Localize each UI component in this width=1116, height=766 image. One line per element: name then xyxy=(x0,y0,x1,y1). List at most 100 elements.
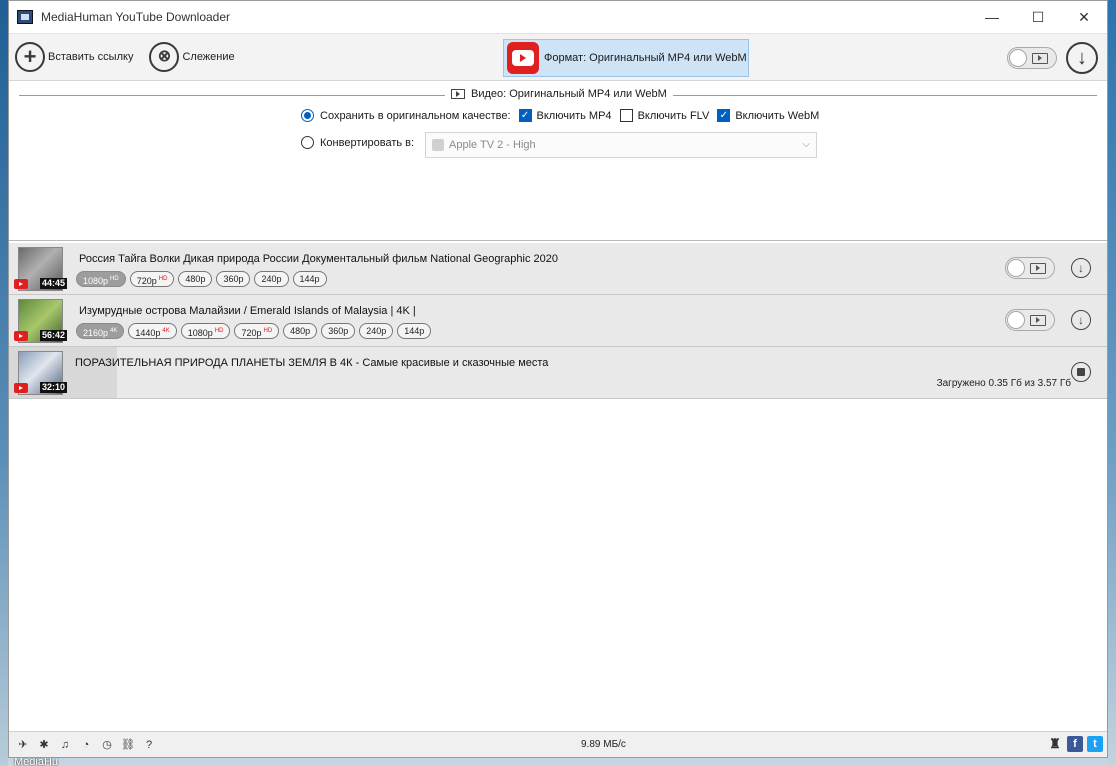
youtube-small-icon xyxy=(14,331,28,341)
music-icon[interactable]: ♫ xyxy=(55,739,75,751)
resolution-label: 360p xyxy=(223,274,244,284)
minimize-button[interactable]: — xyxy=(969,1,1015,33)
speed-limit-icon[interactable]: ◔ xyxy=(76,739,96,751)
resolution-label: 1080p xyxy=(83,276,109,286)
resolution-label: 144p xyxy=(299,274,320,284)
stop-button[interactable] xyxy=(1071,362,1091,382)
close-button[interactable]: ✕ xyxy=(1061,1,1107,33)
format-button[interactable]: Формат: Оригинальный MP4 или WebM xyxy=(503,39,749,77)
keep-original-label: Сохранить в оригинальном качестве: xyxy=(320,109,511,122)
chevron-down-icon: ⌵ xyxy=(802,139,810,150)
resolution-label: 1080p xyxy=(187,328,213,338)
quality-tag: HD xyxy=(214,328,224,334)
download-all-button[interactable]: ↓ xyxy=(1066,42,1098,74)
toggle-knob xyxy=(1007,259,1025,277)
resolution-option[interactable]: 144p xyxy=(292,271,327,287)
resolution-label: 360p xyxy=(328,326,349,336)
help-icon[interactable]: ? xyxy=(139,739,159,751)
resolution-option[interactable]: 480p xyxy=(283,323,318,339)
resolution-label: 720p xyxy=(136,276,157,286)
duration-badge: 32:10 xyxy=(40,382,68,393)
section-title-text: Видео: Оригинальный MP4 или WebM xyxy=(471,88,667,100)
resolution-option[interactable]: 360p xyxy=(321,323,356,339)
resolution-label: 144p xyxy=(404,326,425,336)
download-speed: 9.89 МБ/с xyxy=(581,739,626,750)
list-item[interactable]: 56:42 Изумрудные острова Малайзии / Emer… xyxy=(9,295,1107,347)
include-flv-label: Включить FLV xyxy=(637,109,710,122)
device-icon xyxy=(432,139,444,151)
resolution-label: 2160p xyxy=(83,328,109,338)
app-icon xyxy=(17,10,33,24)
convert-label: Конвертировать в: xyxy=(320,136,415,149)
quality-tag: 4K xyxy=(162,328,170,334)
social-links: ♜ f t xyxy=(1043,736,1103,752)
download-button[interactable]: ↓ xyxy=(1071,258,1091,278)
download-status: Загружено 0.35 Гб из 3.57 Гб xyxy=(936,378,1071,389)
quality-tag: 4K xyxy=(110,328,118,334)
resolution-option[interactable]: 720p HD xyxy=(234,323,280,339)
include-mp4-label: Включить MP4 xyxy=(536,109,612,122)
resolution-option[interactable]: 1440p 4K xyxy=(128,323,177,339)
resolution-option[interactable]: 240p xyxy=(254,271,289,287)
paste-link-button[interactable]: + Вставить ссылку xyxy=(15,42,133,72)
status-bar: ✈ ✱ ♫ ◔ ◷ ⛓ ? 9.89 МБ/с ♜ f t xyxy=(9,731,1107,757)
resolution-options: 2160p 4K 1440p 4K 1080p HD 720p HD 480p 360p 240p 1… xyxy=(76,323,435,339)
clock-icon[interactable]: ◷ xyxy=(97,738,117,751)
video-mode-toggle[interactable] xyxy=(1007,47,1057,69)
app-window: MediaHuman YouTube Downloader — ☐ ✕ + Вс… xyxy=(8,0,1108,758)
download-button[interactable]: ↓ xyxy=(1071,310,1091,330)
include-webm-label: Включить WebM xyxy=(735,109,820,122)
keep-original-radio[interactable] xyxy=(301,109,314,122)
twitter-icon[interactable]: t xyxy=(1087,736,1103,752)
youtube-small-icon xyxy=(14,279,28,289)
maximize-button[interactable]: ☐ xyxy=(1015,1,1061,33)
quality-tag: HD xyxy=(110,276,119,282)
resolution-label: 480p xyxy=(290,326,311,336)
convert-preset-value: Apple TV 2 - High xyxy=(449,139,536,151)
film-icon xyxy=(1030,315,1046,326)
resolution-option[interactable]: 1080p HD xyxy=(76,271,126,287)
include-webm-checkbox[interactable]: ✓ xyxy=(717,109,731,122)
incognito-icon[interactable]: ♜ xyxy=(1047,736,1063,752)
resolution-option[interactable]: 2160p 4K xyxy=(76,323,125,339)
convert-row: Конвертировать в: xyxy=(301,136,414,149)
video-title: ПОРАЗИТЕЛЬНАЯ ПРИРОДА ПЛАНЕТЫ ЗЕМЛЯ В 4К… xyxy=(75,357,549,369)
format-settings-panel: Видео: Оригинальный MP4 или WebM Сохрани… xyxy=(9,81,1107,241)
youtube-icon xyxy=(507,42,539,74)
list-item-downloading[interactable]: 32:10 ПОРАЗИТЕЛЬНАЯ ПРИРОДА ПЛАНЕТЫ ЗЕМЛ… xyxy=(9,347,1107,399)
desktop-background-left xyxy=(0,0,8,766)
paste-link-label: Вставить ссылку xyxy=(48,51,134,63)
settings-icon[interactable]: ✱ xyxy=(34,738,54,751)
toggle-knob xyxy=(1009,49,1027,67)
resolution-label: 240p xyxy=(366,326,387,336)
list-item[interactable]: 44:45 Россия Тайга Волки Дикая природа Р… xyxy=(9,243,1107,295)
resolution-option[interactable]: 720p HD xyxy=(129,271,175,287)
quality-tag: HD xyxy=(263,328,273,334)
video-mode-toggle[interactable] xyxy=(1005,257,1055,279)
stop-icon xyxy=(1077,368,1085,376)
include-flv-checkbox[interactable] xyxy=(619,109,633,122)
include-mp4-checkbox[interactable]: ✓ xyxy=(518,109,532,122)
resolution-option[interactable]: 240p xyxy=(359,323,394,339)
quality-tag: HD xyxy=(158,276,168,282)
resolution-option[interactable]: 360p xyxy=(216,271,251,287)
tracking-icon[interactable]: ⛓ xyxy=(118,738,138,751)
resolution-option[interactable]: 480p xyxy=(178,271,213,287)
tracking-label: Слежение xyxy=(182,51,235,63)
video-mode-toggle[interactable] xyxy=(1005,309,1055,331)
convert-preset-select[interactable]: Apple TV 2 - High ⌵ xyxy=(425,132,817,158)
keep-original-row: Сохранить в оригинальном качестве: ✓ Вкл… xyxy=(301,109,819,122)
youtube-small-icon xyxy=(14,383,28,393)
facebook-icon[interactable]: f xyxy=(1067,736,1083,752)
send-icon[interactable]: ✈ xyxy=(13,738,33,751)
video-icon xyxy=(451,89,465,99)
resolution-option[interactable]: 144p xyxy=(397,323,432,339)
resolution-label: 1440p xyxy=(135,328,161,338)
convert-radio[interactable] xyxy=(301,136,314,149)
duration-badge: 44:45 xyxy=(40,278,68,289)
video-title: Россия Тайга Волки Дикая природа России … xyxy=(79,253,558,265)
resolution-option[interactable]: 1080p HD xyxy=(180,323,231,339)
resolution-label: 720p xyxy=(241,328,262,338)
resolution-label: 240p xyxy=(261,274,282,284)
tracking-button[interactable]: ⊗ Слежение xyxy=(149,42,235,72)
